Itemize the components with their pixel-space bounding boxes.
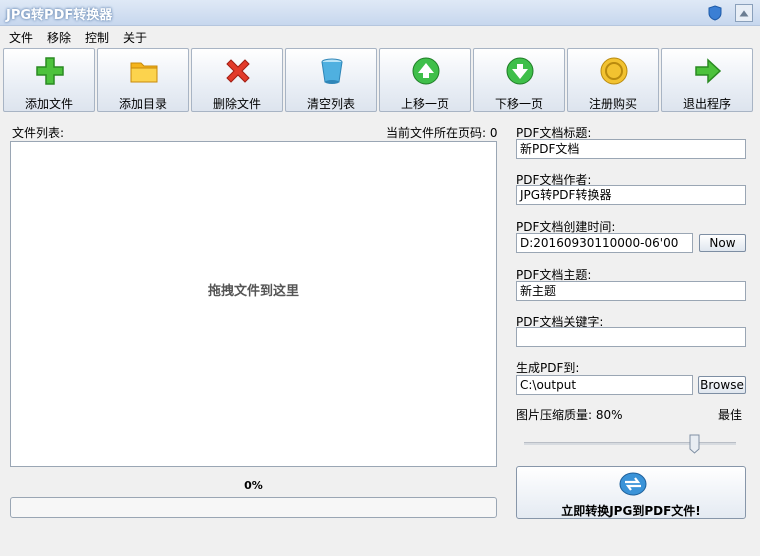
quality-label: 图片压缩质量: 80% (516, 408, 623, 422)
coin-icon (600, 57, 628, 85)
add-file-label: 添加文件 (24, 97, 73, 111)
delete-file-label: 删除文件 (212, 97, 261, 111)
register-buy-button[interactable]: 注册购买 (567, 48, 659, 112)
register-buy-label: 注册购买 (588, 97, 637, 111)
quality-slider[interactable] (524, 442, 736, 445)
file-list-label: 文件列表: (12, 126, 65, 140)
quality-best-label: 最佳 (718, 408, 743, 422)
shield-icon[interactable] (706, 4, 724, 22)
quality-slider-thumb[interactable] (689, 434, 700, 454)
add-file-button[interactable]: 添加文件 (3, 48, 95, 112)
current-page-label: 当前文件所在页码: 0 (386, 126, 498, 140)
progress-bar (10, 497, 497, 518)
move-down-button[interactable]: 下移一页 (473, 48, 565, 112)
pdf-subject-input[interactable]: 新主题 (516, 281, 746, 301)
menu-bar: 文件 移除 控制 关于 (0, 26, 760, 46)
progress-percent: 0% (244, 479, 263, 492)
pdf-keywords-input[interactable] (516, 327, 746, 347)
output-path-label: 生成PDF到: (516, 361, 580, 375)
pdf-title-input[interactable]: 新PDF文档 (516, 139, 746, 159)
bucket-icon (321, 58, 343, 84)
folder-icon (130, 62, 158, 83)
pdf-author-input[interactable]: JPG转PDF转换器 (516, 185, 746, 205)
exit-label: 退出程序 (682, 97, 731, 111)
arrow-up-icon (412, 57, 440, 85)
plus-icon (36, 57, 64, 85)
pdf-created-input[interactable]: D:20160930110000-06'00 (516, 233, 693, 253)
window-title: JPG转PDF转换器 (6, 8, 113, 23)
add-folder-button[interactable]: 添加目录 (97, 48, 189, 112)
move-up-button[interactable]: 上移一页 (379, 48, 471, 112)
maximize-icon[interactable] (735, 4, 753, 22)
delete-x-icon (226, 59, 250, 83)
move-down-label: 下移一页 (494, 97, 543, 111)
convert-button[interactable]: 立即转换JPG到PDF文件! (516, 466, 746, 519)
now-button[interactable]: Now (699, 234, 746, 252)
add-folder-label: 添加目录 (118, 97, 167, 111)
menu-about[interactable]: 关于 (123, 29, 147, 46)
toolbar: 添加文件 添加目录 删除文件 清空列表 上移一页 下移一页 注册购买 退出程序 (3, 47, 757, 113)
output-path-input[interactable]: C:\output (516, 375, 693, 395)
exit-arrow-icon (695, 58, 722, 84)
clear-list-label: 清空列表 (306, 97, 355, 111)
browse-button[interactable]: Browse (698, 376, 746, 394)
delete-file-button[interactable]: 删除文件 (191, 48, 283, 112)
arrow-down-icon (506, 57, 534, 85)
drop-hint: 拖拽文件到这里 (207, 284, 299, 299)
convert-icon (619, 472, 647, 496)
move-up-label: 上移一页 (400, 97, 449, 111)
title-bar: JPG转PDF转换器 (0, 0, 760, 26)
menu-control[interactable]: 控制 (85, 29, 109, 46)
menu-file[interactable]: 文件 (9, 29, 33, 46)
file-list[interactable]: 拖拽文件到这里 (10, 141, 497, 467)
exit-button[interactable]: 退出程序 (661, 48, 753, 112)
convert-label: 立即转换JPG到PDF文件! (561, 504, 701, 518)
menu-remove[interactable]: 移除 (47, 29, 71, 46)
clear-list-button[interactable]: 清空列表 (285, 48, 377, 112)
